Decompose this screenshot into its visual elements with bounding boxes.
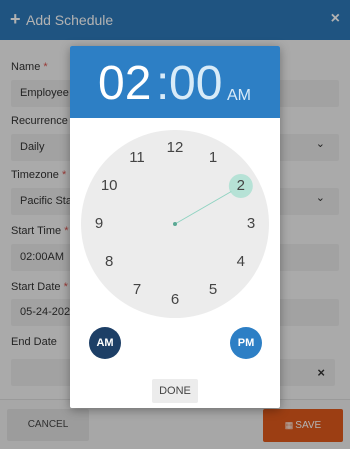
done-button[interactable]: DONE (152, 379, 198, 403)
am-button[interactable]: AM (89, 327, 121, 359)
clock-number-9[interactable]: 9 (87, 214, 111, 234)
clock-number-4[interactable]: 4 (229, 252, 253, 272)
clock-number-12[interactable]: 12 (163, 138, 187, 158)
clock-number-7[interactable]: 7 (125, 280, 149, 300)
clock-number-6[interactable]: 6 (163, 290, 187, 310)
time-picker: 02 : 00 AM 12 1 2 3 4 5 6 7 8 9 10 11 AM PM DONE (70, 46, 280, 408)
clock-center-dot (173, 222, 177, 226)
meridiem-display: AM (227, 87, 251, 104)
clock-face[interactable]: 12 1 2 3 4 5 6 7 8 9 10 11 (81, 130, 269, 318)
time-picker-header: 02 : 00 AM (70, 46, 280, 118)
clock-number-11[interactable]: 11 (125, 148, 149, 168)
time-separator: : (156, 57, 170, 110)
pm-button[interactable]: PM (230, 327, 262, 359)
clock-number-5[interactable]: 5 (201, 280, 225, 300)
clock-hand (174, 191, 232, 225)
clock-number-8[interactable]: 8 (97, 252, 121, 272)
clock-number-10[interactable]: 10 (97, 176, 121, 196)
clock-number-3[interactable]: 3 (239, 214, 263, 234)
clock-number-1[interactable]: 1 (201, 148, 225, 168)
clock-number-2[interactable]: 2 (229, 176, 253, 196)
minutes-display[interactable]: 00 (169, 56, 222, 112)
hours-display[interactable]: 02 (98, 56, 151, 112)
